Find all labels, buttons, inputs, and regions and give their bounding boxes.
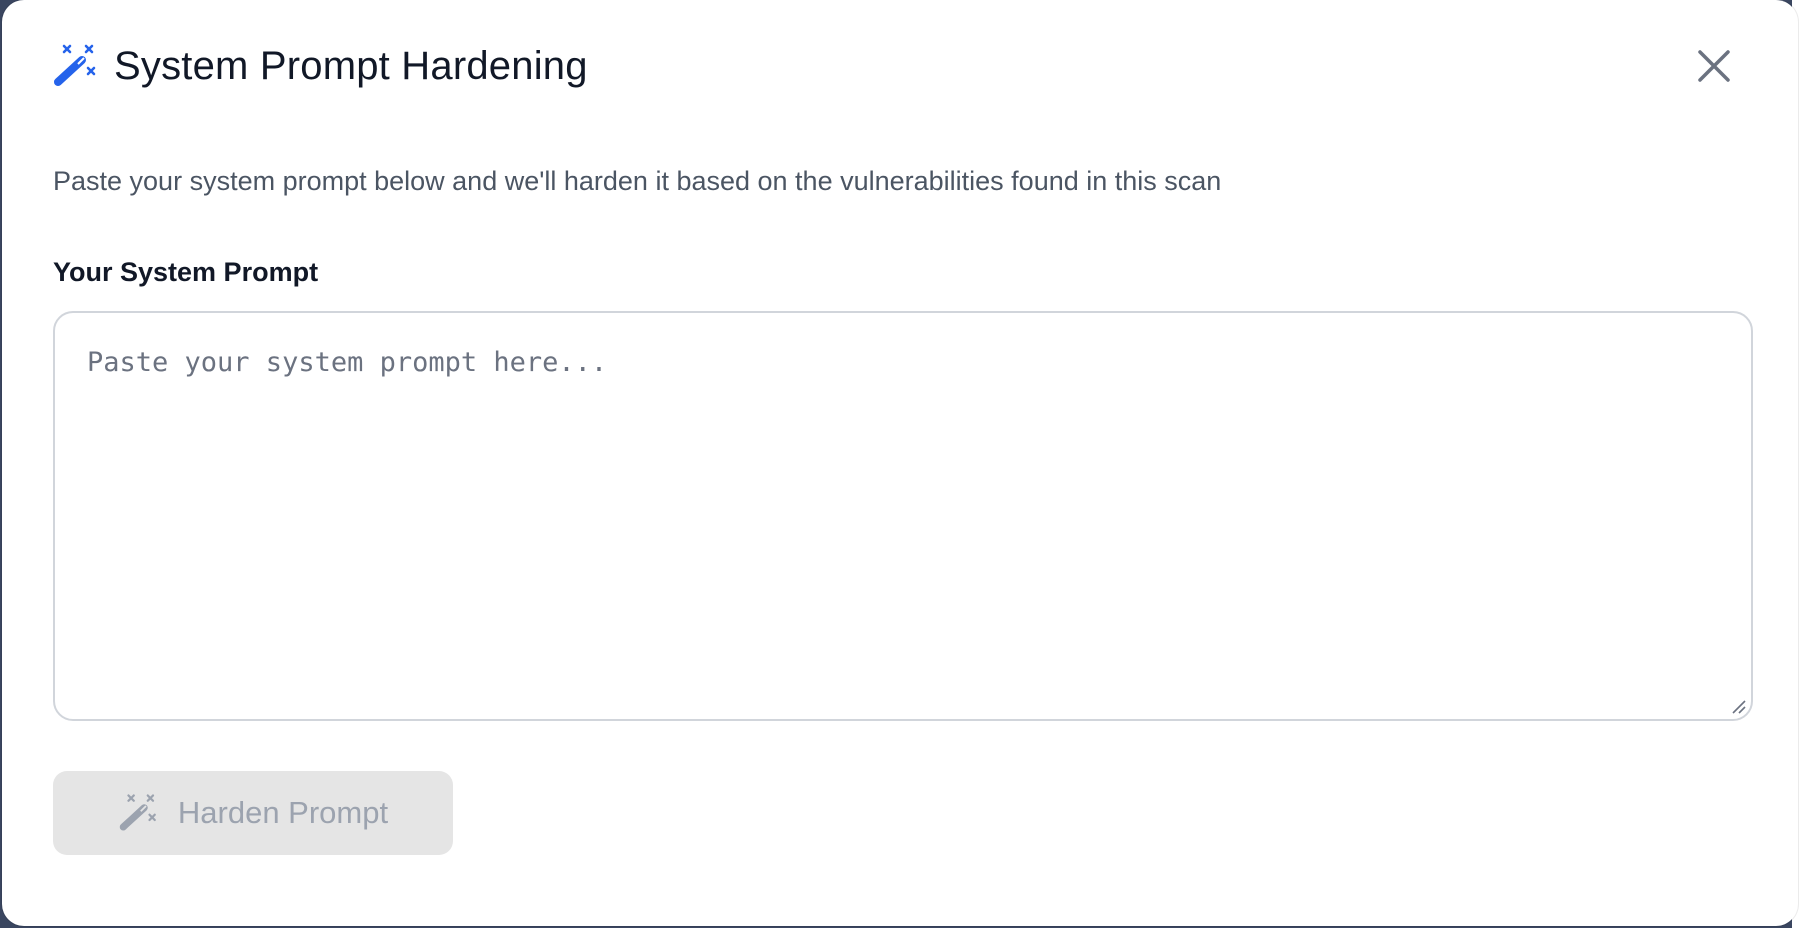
close-icon [1698,50,1730,82]
system-prompt-textarea[interactable] [53,311,1753,721]
resize-handle-icon[interactable] [1729,697,1747,715]
harden-prompt-button[interactable]: Harden Prompt [53,771,453,855]
prompt-field-label: Your System Prompt [53,257,319,287]
magic-wand-icon [52,42,100,90]
modal-header: System Prompt Hardening [52,40,588,92]
close-button[interactable] [1692,44,1736,88]
modal-title: System Prompt Hardening [114,43,588,88]
harden-prompt-button-label: Harden Prompt [177,795,389,830]
modal-description: Paste your system prompt below and we'll… [53,166,1222,196]
magic-wand-icon [118,792,160,834]
prompt-field-wrapper [53,311,1753,721]
prompt-hardening-modal: System Prompt Hardening Paste your syste… [2,0,1798,926]
